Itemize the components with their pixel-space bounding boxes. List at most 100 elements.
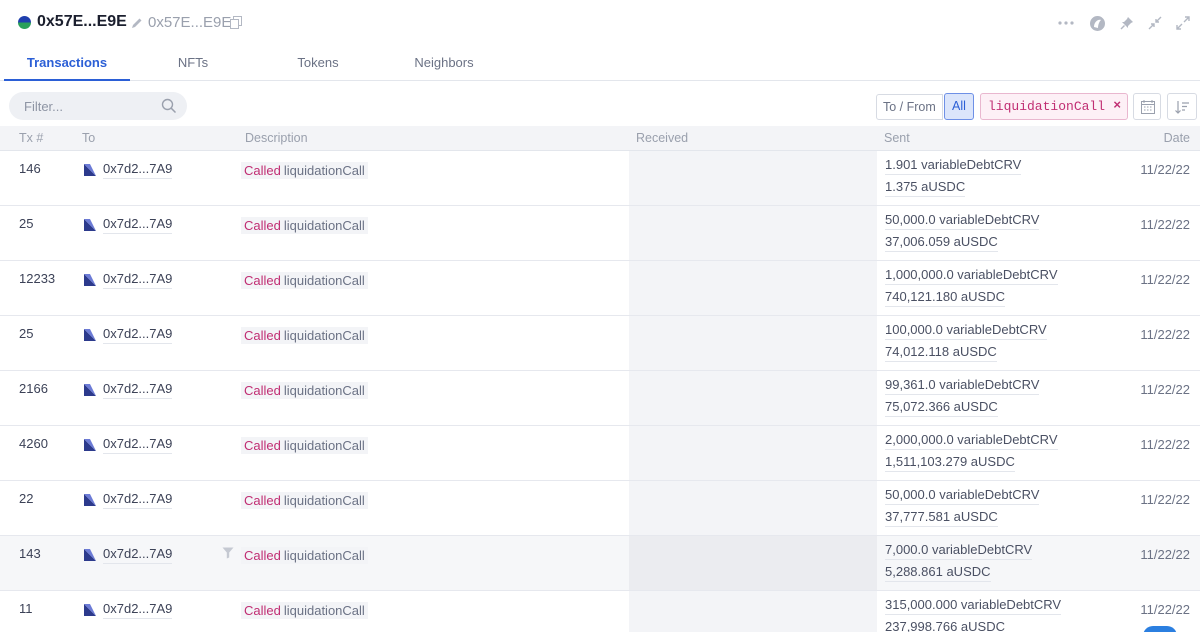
- sent-amount[interactable]: 1.901 variableDebtCRV: [885, 157, 1022, 175]
- sent-amount[interactable]: 75,072.366 aUSDC: [885, 399, 998, 417]
- sent-amount[interactable]: 1,000,000.0 variableDebtCRV: [885, 267, 1058, 285]
- tab-neighbors[interactable]: Neighbors: [400, 46, 488, 81]
- sent-amount[interactable]: 237,998.766 aUSDC: [885, 619, 1005, 632]
- sent-amount[interactable]: 1,511,103.279 aUSDC: [885, 454, 1015, 472]
- description: Called liquidationCall: [241, 600, 368, 620]
- description: Called liquidationCall: [241, 160, 368, 180]
- filter-input[interactable]: [24, 97, 154, 115]
- to-address[interactable]: 0x7d2...7A9: [84, 325, 173, 345]
- table-row[interactable]: 143 0x7d2...7A9 Called liquidationCall 7,…: [0, 536, 1200, 591]
- chip-close-icon[interactable]: ×: [1113, 97, 1121, 112]
- description: Called liquidationCall: [241, 435, 368, 455]
- sent-amount[interactable]: 740,121.180 aUSDC: [885, 289, 1005, 307]
- to-address[interactable]: 0x7d2...7A9: [84, 545, 173, 565]
- address-title[interactable]: 0x57E...E9E: [37, 13, 127, 31]
- called-label: Called: [241, 546, 284, 564]
- description: Called liquidationCall: [241, 380, 368, 400]
- called-label: Called: [241, 491, 284, 509]
- column-to[interactable]: To: [82, 131, 95, 145]
- sent-amounts: 7,000.0 variableDebtCRV 5,288.861 aUSDC: [885, 541, 1033, 585]
- search-icon[interactable]: [161, 98, 177, 114]
- table-row[interactable]: 25 0x7d2...7A9 Called liquidationCall 100…: [0, 316, 1200, 371]
- received-cell: [629, 261, 877, 315]
- date: 11/22/22: [1140, 382, 1190, 397]
- sent-amount[interactable]: 50,000.0 variableDebtCRV: [885, 487, 1040, 505]
- copy-icon[interactable]: [230, 16, 242, 29]
- to-address[interactable]: 0x7d2...7A9: [84, 490, 173, 510]
- column-description[interactable]: Description: [245, 131, 308, 145]
- sent-amount[interactable]: 7,000.0 variableDebtCRV: [885, 542, 1033, 560]
- sent-amounts: 50,000.0 variableDebtCRV 37,777.581 aUSD…: [885, 486, 1040, 530]
- tab-transactions[interactable]: Transactions: [4, 46, 130, 81]
- column-received[interactable]: Received: [636, 131, 688, 145]
- sort-icon: [1175, 101, 1189, 114]
- address-avatar-icon: [18, 16, 31, 29]
- table-row[interactable]: 11 0x7d2...7A9 Called liquidationCall 315…: [0, 591, 1200, 632]
- sent-amount[interactable]: 100,000.0 variableDebtCRV: [885, 322, 1047, 340]
- to-address[interactable]: 0x7d2...7A9: [84, 435, 173, 455]
- function-name: liquidationCall: [283, 161, 368, 179]
- to-address[interactable]: 0x7d2...7A9: [84, 600, 173, 620]
- sent-amounts: 2,000,000.0 variableDebtCRV 1,511,103.27…: [885, 431, 1058, 475]
- description: Called liquidationCall: [241, 545, 368, 565]
- called-label: Called: [241, 436, 284, 454]
- all-button[interactable]: All: [944, 93, 974, 120]
- table-row[interactable]: 4260 0x7d2...7A9 Called liquidationCall 2…: [0, 426, 1200, 481]
- tab-tokens[interactable]: Tokens: [276, 46, 360, 81]
- tx-count: 22: [19, 491, 34, 506]
- filter-funnel-icon[interactable]: [222, 547, 234, 559]
- tab-nfts[interactable]: NFTs: [150, 46, 236, 81]
- tx-count: 2166: [19, 381, 48, 396]
- sent-amount[interactable]: 37,006.059 aUSDC: [885, 234, 998, 252]
- tx-count: 25: [19, 326, 34, 341]
- sent-amount[interactable]: 37,777.581 aUSDC: [885, 509, 998, 527]
- sort-button[interactable]: [1167, 93, 1197, 120]
- logo-icon[interactable]: [1089, 15, 1106, 32]
- address-subtitle: 0x57E...E9E: [148, 14, 232, 31]
- calendar-button[interactable]: [1133, 93, 1161, 120]
- sent-amount[interactable]: 5,288.861 aUSDC: [885, 564, 991, 582]
- column-date[interactable]: Date: [1164, 131, 1190, 145]
- date: 11/22/22: [1140, 272, 1190, 287]
- received-cell: [629, 536, 877, 590]
- function-name: liquidationCall: [283, 326, 368, 344]
- received-cell: [629, 206, 877, 260]
- table-row[interactable]: 12233 0x7d2...7A9 Called liquidationCall …: [0, 261, 1200, 316]
- tab-bar: Transactions NFTs Tokens Neighbors: [0, 46, 1200, 81]
- received-cell: [629, 151, 877, 205]
- sent-amounts: 1.901 variableDebtCRV 1.375 aUSDC: [885, 156, 1022, 200]
- column-sent[interactable]: Sent: [884, 131, 910, 145]
- function-name: liquidationCall: [283, 546, 368, 564]
- filter-box: [9, 92, 187, 120]
- sent-amount[interactable]: 2,000,000.0 variableDebtCRV: [885, 432, 1058, 450]
- to-address[interactable]: 0x7d2...7A9: [84, 215, 173, 235]
- pin-icon[interactable]: [1120, 16, 1134, 30]
- sent-amount[interactable]: 99,361.0 variableDebtCRV: [885, 377, 1040, 395]
- function-name: liquidationCall: [283, 216, 368, 234]
- contract-icon: [84, 274, 96, 286]
- sent-amount[interactable]: 74,012.118 aUSDC: [885, 344, 997, 362]
- date: 11/22/22: [1140, 217, 1190, 232]
- table-row[interactable]: 146 0x7d2...7A9 Called liquidationCall 1.…: [0, 151, 1200, 206]
- received-cell: [629, 371, 877, 425]
- sent-amount[interactable]: 50,000.0 variableDebtCRV: [885, 212, 1040, 230]
- expand-icon[interactable]: [1176, 16, 1190, 30]
- column-tx[interactable]: Tx #: [19, 131, 43, 145]
- edit-pencil-icon[interactable]: [130, 16, 144, 30]
- chip-label: liquidationCall: [988, 99, 1106, 114]
- table-row[interactable]: 25 0x7d2...7A9 Called liquidationCall 50,…: [0, 206, 1200, 261]
- sent-amount[interactable]: 1.375 aUSDC: [885, 179, 966, 197]
- table-row[interactable]: 2166 0x7d2...7A9 Called liquidationCall 9…: [0, 371, 1200, 426]
- contract-icon: [84, 219, 96, 231]
- to-address[interactable]: 0x7d2...7A9: [84, 270, 173, 290]
- chat-bubble-button[interactable]: [1143, 626, 1177, 632]
- to-from-button[interactable]: To / From: [876, 94, 943, 120]
- tx-count: 11: [19, 601, 33, 616]
- sent-amount[interactable]: 315,000.000 variableDebtCRV: [885, 597, 1062, 615]
- called-label: Called: [241, 216, 284, 234]
- to-address[interactable]: 0x7d2...7A9: [84, 160, 173, 180]
- to-address[interactable]: 0x7d2...7A9: [84, 380, 173, 400]
- collapse-icon[interactable]: [1148, 16, 1162, 30]
- table-row[interactable]: 22 0x7d2...7A9 Called liquidationCall 50,…: [0, 481, 1200, 536]
- more-icon[interactable]: [1057, 15, 1075, 31]
